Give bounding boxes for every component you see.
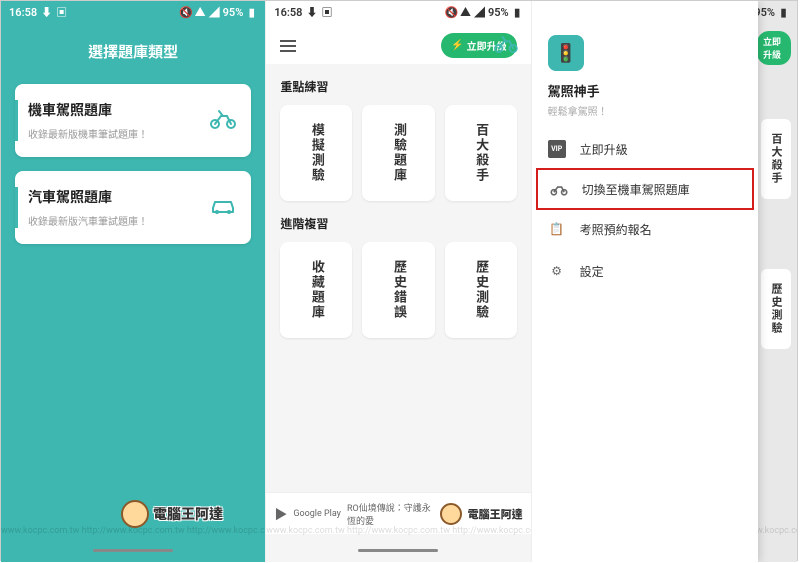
mute-icon: 🔇 — [446, 7, 457, 18]
status-battery: 95% — [223, 6, 244, 19]
card-subtitle: 收錄最新版機車筆試題庫！ — [28, 126, 148, 141]
signal-icon: ◢ — [209, 7, 220, 18]
status-time: 16:58 — [274, 6, 302, 19]
menu-item-settings[interactable]: ⚙ 設定 — [532, 250, 758, 292]
brand-mascot-icon — [440, 503, 462, 525]
battery-icon: ▮ — [246, 7, 257, 18]
app-icon: 🚦 — [548, 35, 584, 71]
status-bar: 16:58 ⬇ ▣ 🔇▲◢95%▮ — [1, 1, 265, 23]
tile-history-tests[interactable]: 歷史測驗 — [445, 242, 517, 338]
clipboard-icon: 📋 — [548, 220, 566, 238]
screen-practice-home: 16:58⬇▣ 🔇▲◢95%▮ ⚡立即升級 重點練習 模擬測驗 測驗題庫 百大殺… — [266, 1, 531, 562]
android-nav-bar — [1, 538, 265, 562]
section-heading: 進階複習 — [266, 201, 530, 242]
brand-name: 電腦王阿達 — [153, 504, 223, 524]
ad-text: RO仙境傳說：守護永恆的愛 — [347, 501, 434, 527]
card-subtitle: 收錄最新版汽車筆試題庫！ — [28, 213, 148, 228]
tile-question-bank[interactable]: 測驗題庫 — [362, 105, 434, 201]
tile-mock-test[interactable]: 模擬測驗 — [280, 105, 352, 201]
vip-icon: VIP — [548, 140, 566, 158]
page-title: 選擇題庫類型 — [1, 41, 265, 62]
android-nav-bar — [266, 538, 530, 562]
wifi-icon: ▲ — [460, 7, 471, 18]
tile-favorites[interactable]: 收藏題庫 — [280, 242, 352, 338]
card-car-bank[interactable]: 汽車駕照題庫 收錄最新版汽車筆試題庫！ — [15, 171, 251, 244]
card-title: 汽車駕照題庫 — [28, 187, 148, 207]
play-store-icon: ▶ — [274, 504, 287, 523]
battery-icon: ▮ — [512, 7, 523, 18]
navigation-drawer: 🚦 駕照神手 輕鬆拿駕照！ VIP 立即升級 切換至機車駕照題庫 📋 考照預約報… — [532, 1, 758, 562]
screen-drawer-open: 16:58⬇▣ 🔇▲◢95%▮ 立即升級 百大殺手 歷史測驗 🚦 駕照神手 輕鬆… — [532, 1, 797, 562]
wifi-icon: ▲ — [195, 7, 206, 18]
tile-history-tests[interactable]: 歷史測驗 — [761, 269, 791, 349]
mute-icon: 🔇 — [181, 7, 192, 18]
nav-pill[interactable] — [358, 549, 438, 552]
download-icon: ⬇ — [41, 7, 52, 18]
tile-history-wrong[interactable]: 歷史錯誤 — [362, 242, 434, 338]
brand-mascot-icon — [121, 500, 149, 528]
menu-item-switch-bank[interactable]: 切換至機車駕照題庫 — [536, 168, 754, 210]
ad-store-label: Google Play — [293, 509, 341, 519]
card-motorcycle-bank[interactable]: 機車駕照題庫 收錄最新版機車筆試題庫！ — [15, 84, 251, 157]
bolt-icon: ⚡ — [451, 40, 463, 51]
brand-name: 電腦王阿達 — [468, 506, 523, 522]
section-heading: 重點練習 — [266, 64, 530, 105]
status-bar: 16:58 ⬇ ▣ 🔇▲◢95%▮ — [266, 1, 530, 23]
tile-top100[interactable]: 百大殺手 — [445, 105, 517, 201]
menu-item-upgrade[interactable]: VIP 立即升級 — [532, 128, 758, 170]
menu-button[interactable] — [280, 40, 296, 52]
gear-icon: ⚙ — [548, 262, 566, 280]
ad-banner[interactable]: ▶ Google Play RO仙境傳說：守護永恆的愛 電腦王阿達 — [266, 492, 530, 534]
motorcycle-icon — [209, 109, 237, 133]
signal-icon: ◢ — [474, 7, 485, 18]
nav-pill[interactable] — [93, 549, 173, 552]
upgrade-button[interactable]: 立即升級 — [757, 31, 791, 65]
download-icon: ⬇ — [306, 7, 317, 18]
image-icon: ▣ — [321, 7, 332, 18]
motorcycle-icon — [550, 180, 568, 198]
screen-select-bank: 16:58 ⬇ ▣ 🔇▲◢95%▮ 選擇題庫類型 機車駕照題庫 收錄最新版機車筆試題… — [1, 1, 266, 562]
status-battery: 95% — [488, 6, 509, 19]
menu-item-booking[interactable]: 📋 考照預約報名 — [532, 208, 758, 250]
tile-top100[interactable]: 百大殺手 — [761, 119, 791, 199]
motorcycle-icon — [493, 35, 519, 57]
battery-icon: ▮ — [778, 7, 789, 18]
app-slogan: 輕鬆拿駕照！ — [548, 103, 742, 118]
brand-watermark: 電腦王阿達 — [121, 500, 223, 528]
card-title: 機車駕照題庫 — [28, 100, 148, 120]
image-icon: ▣ — [56, 7, 67, 18]
car-icon — [209, 196, 237, 220]
app-name: 駕照神手 — [548, 81, 742, 100]
status-time: 16:58 — [9, 6, 37, 19]
